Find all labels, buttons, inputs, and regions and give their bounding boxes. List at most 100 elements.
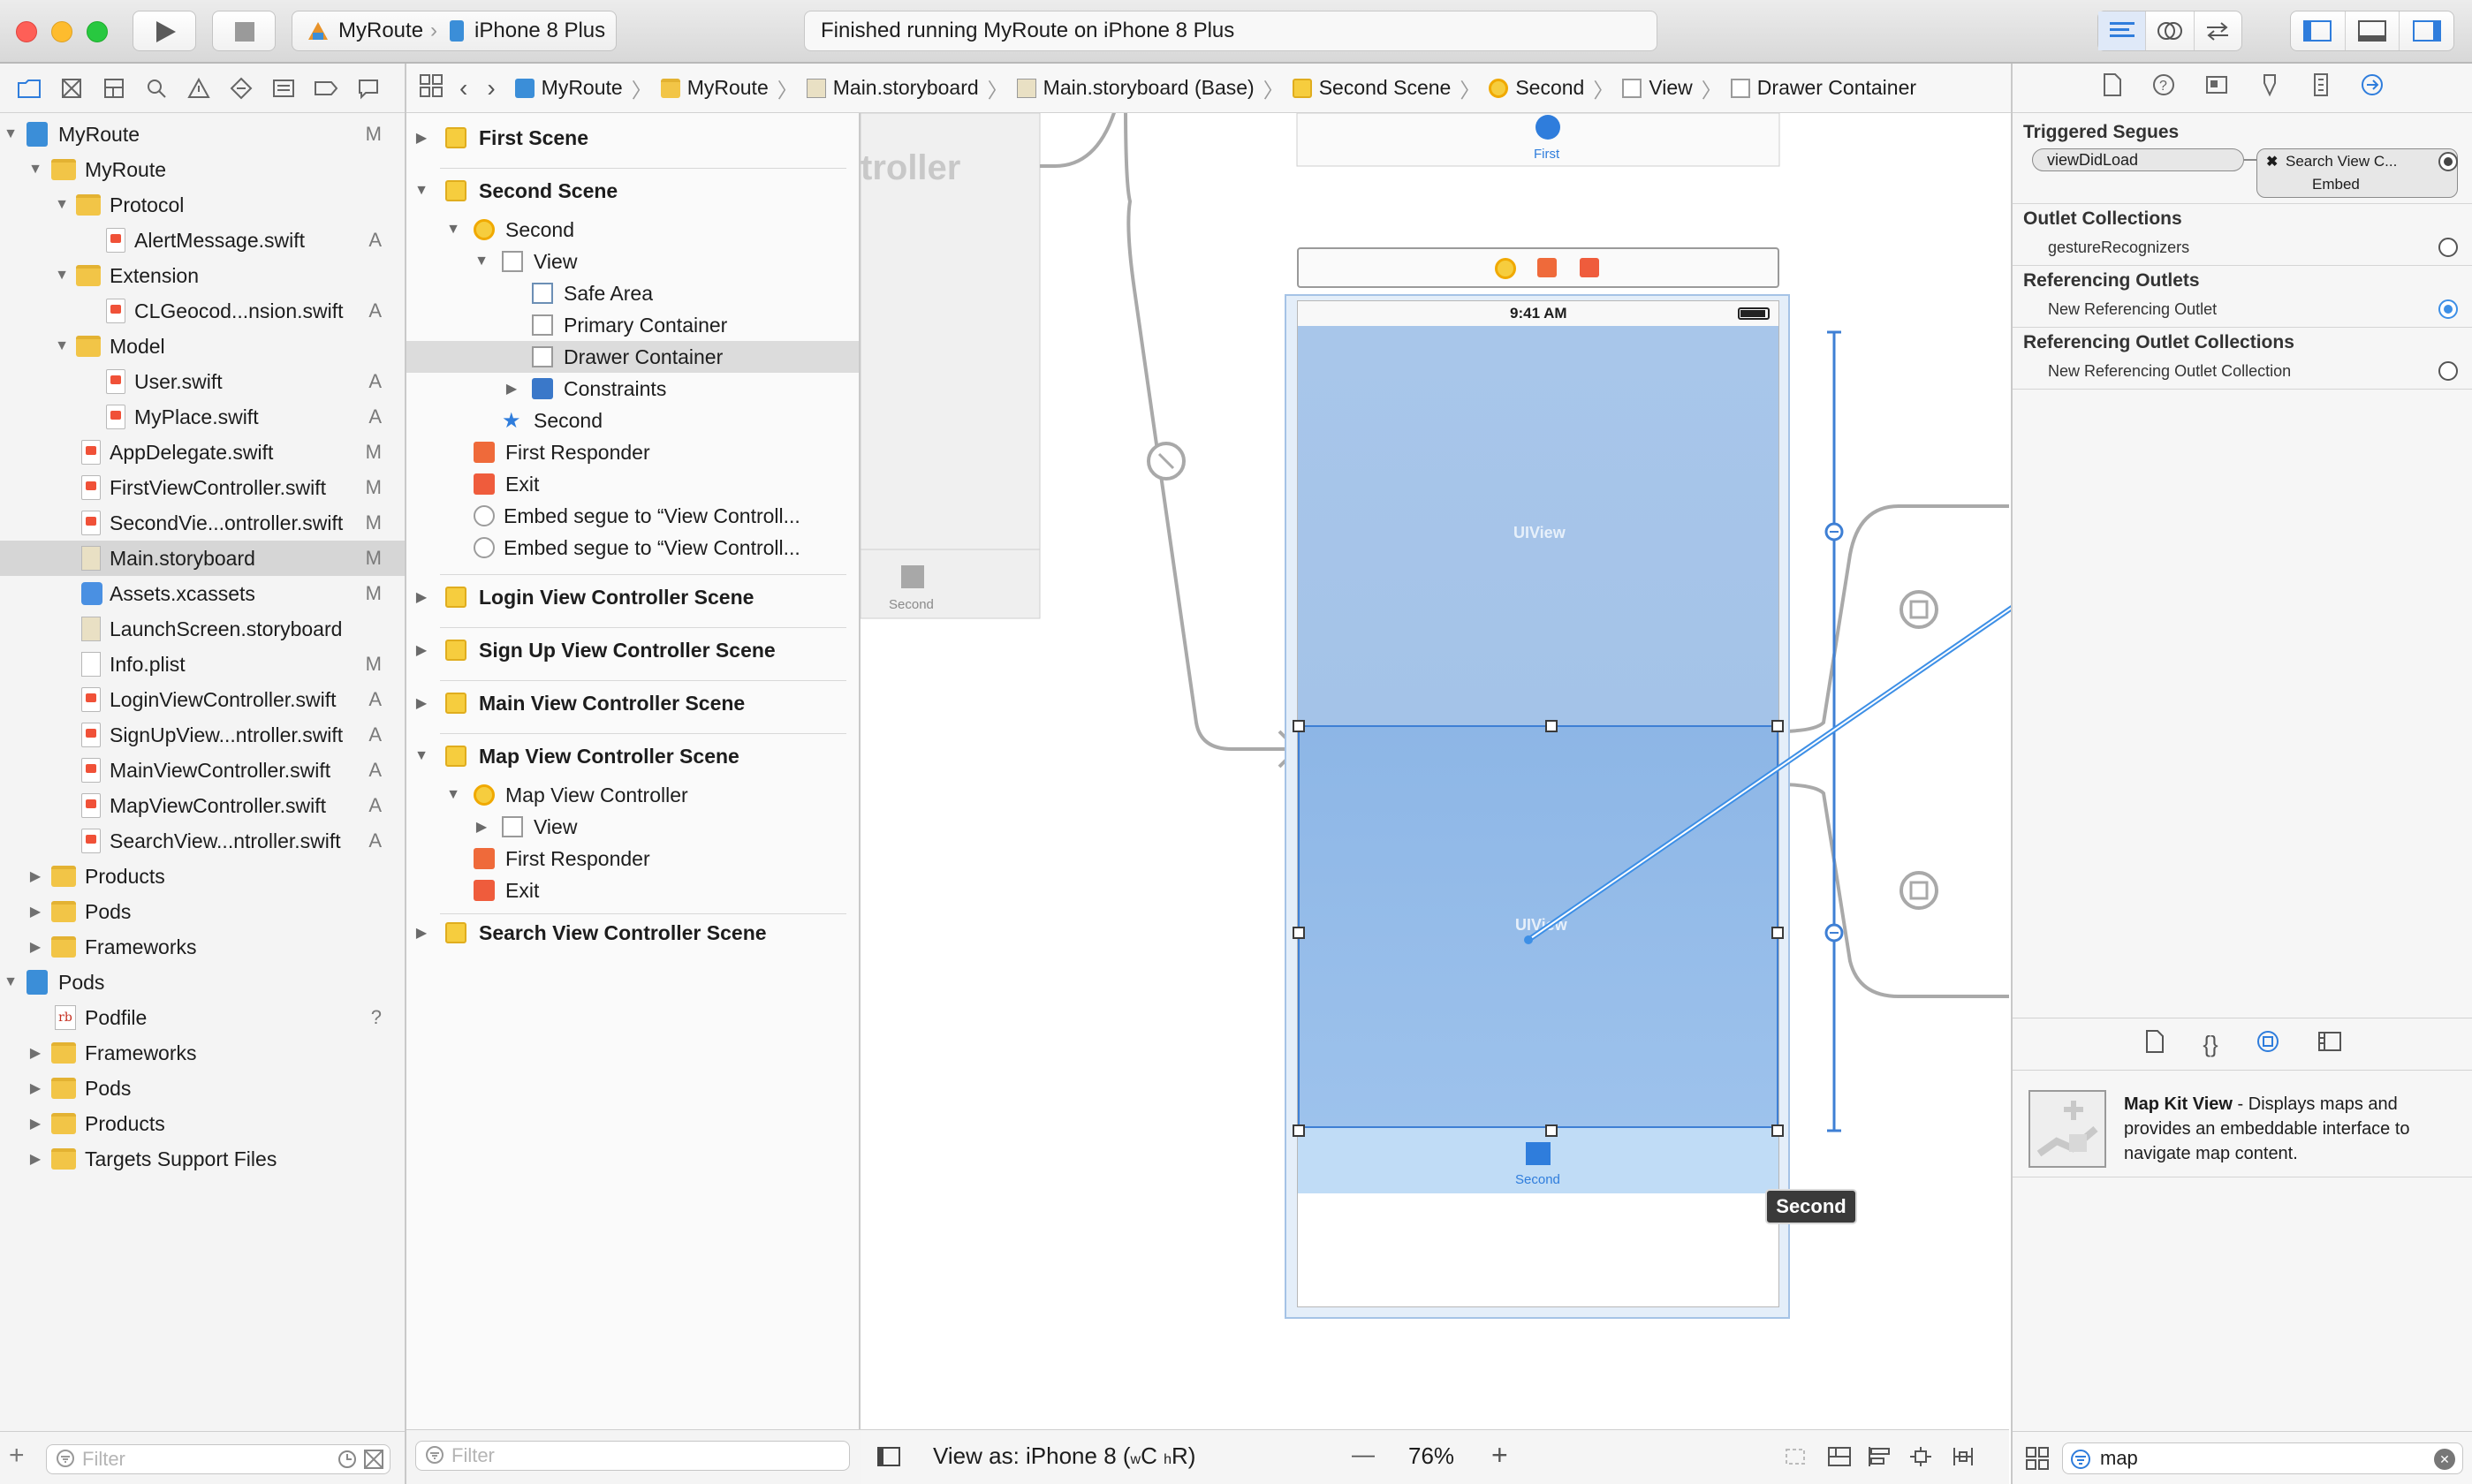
- disclosure-right-icon[interactable]: ▶: [413, 924, 429, 942]
- breadcrumb-controller[interactable]: Second: [1489, 76, 1584, 100]
- nav-item-myplace-swift[interactable]: MyPlace.swift A: [0, 399, 405, 435]
- folder-navigator-icon[interactable]: [16, 75, 42, 102]
- disclosure-right-icon[interactable]: ▶: [27, 1079, 44, 1097]
- nav-item-frameworks[interactable]: ▶ Frameworks: [0, 929, 405, 965]
- outline-map-exit[interactable]: Exit: [406, 874, 859, 906]
- disclosure-right-icon[interactable]: ▶: [474, 818, 489, 836]
- disclosure-down-icon[interactable]: ▼: [2, 126, 19, 142]
- connections-inspector-icon[interactable]: [2360, 72, 2385, 103]
- code-snippet-icon[interactable]: {}: [2203, 1031, 2218, 1058]
- disclosure-down-icon[interactable]: ▼: [27, 162, 44, 178]
- nav-item-pods-products[interactable]: ▶ Products: [0, 1106, 405, 1141]
- embed-in-stack-icon[interactable]: [1827, 1446, 1852, 1473]
- nav-item-info-plist[interactable]: Info.plist M: [0, 647, 405, 682]
- outline-first-responder[interactable]: First Responder: [406, 436, 859, 468]
- nav-item-myroute-project[interactable]: ▼ MyRoute M: [0, 117, 405, 152]
- nav-item-launchscreen[interactable]: LaunchScreen.storyboard: [0, 611, 405, 647]
- report-icon[interactable]: [355, 75, 382, 102]
- editor-mode-control[interactable]: [2097, 11, 2242, 51]
- nav-item-searchviewcontroller[interactable]: SearchView...ntroller.swift A: [0, 823, 405, 859]
- zoom-window-button[interactable]: [87, 21, 108, 42]
- disclosure-right-icon[interactable]: ▶: [413, 588, 429, 606]
- segue-target-pill[interactable]: ✖ Search View C... Embed: [2256, 148, 2458, 198]
- version-editor-button[interactable]: [2195, 11, 2241, 50]
- outline-map-view[interactable]: ▶ View: [406, 811, 859, 843]
- breadcrumb-scene[interactable]: Second Scene: [1292, 76, 1451, 100]
- stop-button[interactable]: [212, 11, 276, 51]
- nav-item-clgeocoder-extension[interactable]: CLGeocod...nsion.swift A: [0, 293, 405, 329]
- add-icon[interactable]: +: [9, 1441, 25, 1471]
- test-diamond-icon[interactable]: [228, 75, 254, 102]
- size-inspector-icon[interactable]: [2310, 72, 2332, 103]
- segue-source-pill[interactable]: viewDidLoad: [2032, 148, 2244, 171]
- outline-second-controller[interactable]: ▼ Second: [406, 214, 859, 246]
- object-library-icon[interactable]: [2256, 1029, 2280, 1060]
- nav-item-protocol[interactable]: ▼ Protocol: [0, 187, 405, 223]
- panel-toggle-control[interactable]: [2290, 11, 2454, 51]
- remove-connection-icon[interactable]: ✖: [2266, 153, 2278, 170]
- outline-signup-scene[interactable]: ▶ Sign Up View Controller Scene: [406, 634, 859, 666]
- outline-map-first-responder[interactable]: First Responder: [406, 843, 859, 874]
- connection-circle-empty[interactable]: [2438, 361, 2458, 381]
- disclosure-right-icon[interactable]: ▶: [413, 129, 429, 147]
- outline-constraints[interactable]: ▶ Constraints: [406, 373, 859, 405]
- minimize-window-button[interactable]: [51, 21, 72, 42]
- nav-item-mainviewcontroller[interactable]: MainViewController.swift A: [0, 753, 405, 788]
- nav-item-mapviewcontroller[interactable]: MapViewController.swift A: [0, 788, 405, 823]
- nav-item-podfile[interactable]: rb Podfile ?: [0, 1000, 405, 1035]
- outline-map-scene[interactable]: ▼ Map View Controller Scene: [406, 740, 859, 772]
- nav-item-loginviewcontroller[interactable]: LoginViewController.swift A: [0, 682, 405, 717]
- run-button[interactable]: [133, 11, 196, 51]
- nav-item-firstviewcontroller[interactable]: FirstViewController.swift M: [0, 470, 405, 505]
- disclosure-right-icon[interactable]: ▶: [27, 903, 44, 920]
- disclosure-down-icon[interactable]: ▼: [53, 197, 71, 213]
- grid-view-icon[interactable]: [2025, 1446, 2050, 1475]
- disclosure-right-icon[interactable]: ▶: [27, 1115, 44, 1132]
- close-window-button[interactable]: [16, 21, 37, 42]
- update-frames-icon[interactable]: [1783, 1446, 1808, 1473]
- outline-filter-field[interactable]: Filter: [415, 1441, 850, 1471]
- toggle-outline-icon[interactable]: [876, 1446, 901, 1473]
- quick-help-icon[interactable]: ?: [2151, 72, 2176, 103]
- toggle-inspector-button[interactable]: [2400, 11, 2453, 50]
- search-icon[interactable]: [143, 75, 170, 102]
- storyboard-canvas[interactable]: troller Second First 9:41 AM UIView UIVi…: [861, 113, 2009, 1429]
- hierarchy-icon[interactable]: [101, 75, 127, 102]
- debug-icon[interactable]: [270, 75, 297, 102]
- zoom-in-button[interactable]: +: [1491, 1439, 1508, 1472]
- outline-login-scene[interactable]: ▶ Login View Controller Scene: [406, 581, 859, 613]
- disclosure-down-icon[interactable]: ▼: [474, 254, 489, 269]
- disclosure-right-icon[interactable]: ▶: [27, 1044, 44, 1062]
- outline-drawer-container[interactable]: Drawer Container: [406, 341, 859, 373]
- assistant-editor-button[interactable]: [2146, 11, 2195, 50]
- breakpoint-icon[interactable]: [313, 75, 339, 102]
- disclosure-down-icon[interactable]: ▼: [2, 974, 19, 990]
- breadcrumb-view[interactable]: View: [1622, 76, 1693, 100]
- nav-item-pods-pods[interactable]: ▶ Pods: [0, 1071, 405, 1106]
- disclosure-right-icon[interactable]: ▶: [504, 380, 519, 398]
- outline-view[interactable]: ▼ View: [406, 246, 859, 277]
- view-as-device[interactable]: View as: iPhone 8 (wC hR): [933, 1442, 1195, 1470]
- disclosure-down-icon[interactable]: ▼: [445, 222, 461, 238]
- align-icon[interactable]: [1868, 1446, 1892, 1473]
- scm-filter-icon[interactable]: [363, 1449, 384, 1475]
- breadcrumb-drawer-container[interactable]: Drawer Container: [1730, 76, 1916, 100]
- back-icon[interactable]: ‹: [459, 74, 467, 102]
- nav-item-appdelegate[interactable]: AppDelegate.swift M: [0, 435, 405, 470]
- outline-safe-area[interactable]: Safe Area: [406, 277, 859, 309]
- toggle-navigator-button[interactable]: [2291, 11, 2346, 50]
- outline-embed-segue-1[interactable]: Embed segue to “View Controll...: [406, 500, 859, 532]
- outline-second-scene[interactable]: ▼ Second Scene: [406, 175, 859, 207]
- disclosure-down-icon[interactable]: ▼: [413, 748, 429, 764]
- nav-item-alertmessage[interactable]: AlertMessage.swift A: [0, 223, 405, 258]
- file-template-icon[interactable]: [2144, 1029, 2165, 1060]
- clear-search-icon[interactable]: ✕: [2434, 1449, 2455, 1470]
- nav-item-targets-support[interactable]: ▶ Targets Support Files: [0, 1141, 405, 1177]
- identity-inspector-icon[interactable]: [2204, 72, 2229, 103]
- nav-item-signupviewcontroller[interactable]: SignUpView...ntroller.swift A: [0, 717, 405, 753]
- connection-circle-active[interactable]: [2438, 299, 2458, 319]
- disclosure-down-icon[interactable]: ▼: [413, 183, 429, 199]
- recent-clock-icon[interactable]: [337, 1449, 358, 1475]
- scheme-selector[interactable]: MyRoute › iPhone 8 Plus: [292, 11, 617, 51]
- nav-item-pods-frameworks[interactable]: ▶ Frameworks: [0, 1035, 405, 1071]
